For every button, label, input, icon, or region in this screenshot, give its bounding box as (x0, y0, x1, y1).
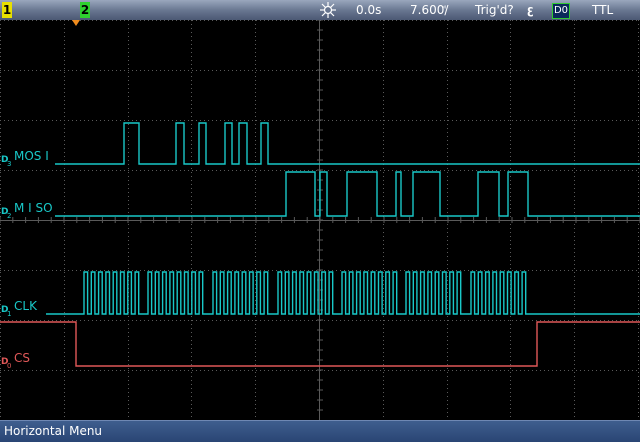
channel-2-button[interactable]: 2 (80, 2, 90, 18)
trigger-position-marker[interactable] (72, 20, 80, 26)
trace-id-sub-d3: 3 (7, 160, 11, 168)
threshold-label[interactable]: TTL (592, 0, 613, 20)
trace-clk (46, 271, 640, 315)
status-bar: 1 2 0.0s 7.600ꜗ/ Trig'd? ꜫ D0 TTL (0, 0, 640, 20)
trigger-source-badge[interactable]: D0 (552, 3, 570, 19)
trigger-slope-icon[interactable]: ꜫ (527, 0, 534, 20)
vertical-scale[interactable]: 7.600ꜗ/ (410, 0, 448, 20)
softkey-menu-bar: Horizontal Menu (0, 420, 640, 442)
graticule (0, 20, 640, 420)
trace-id-sub-d1: 1 (7, 310, 11, 318)
trace-label-mosi[interactable]: MOS I (14, 149, 49, 163)
channel-1-button[interactable]: 1 (2, 2, 12, 18)
trace-id-sub-d0: 0 (7, 362, 11, 370)
trace-label-miso[interactable]: M I SO (14, 201, 53, 215)
menu-title: Horizontal Menu (4, 424, 103, 438)
trace-miso (55, 171, 640, 217)
trace-mosi (55, 122, 640, 165)
trace-label-cs[interactable]: CS (14, 351, 30, 365)
waveform-display: D3MOS ID2M I SOD1CLKD0CS (0, 20, 640, 420)
horizontal-position[interactable]: 0.0s (356, 0, 381, 20)
intensity-icon (320, 2, 336, 18)
trigger-status: Trig'd? (475, 3, 514, 17)
trace-id-sub-d2: 2 (7, 212, 11, 220)
trace-label-clk[interactable]: CLK (14, 299, 38, 313)
